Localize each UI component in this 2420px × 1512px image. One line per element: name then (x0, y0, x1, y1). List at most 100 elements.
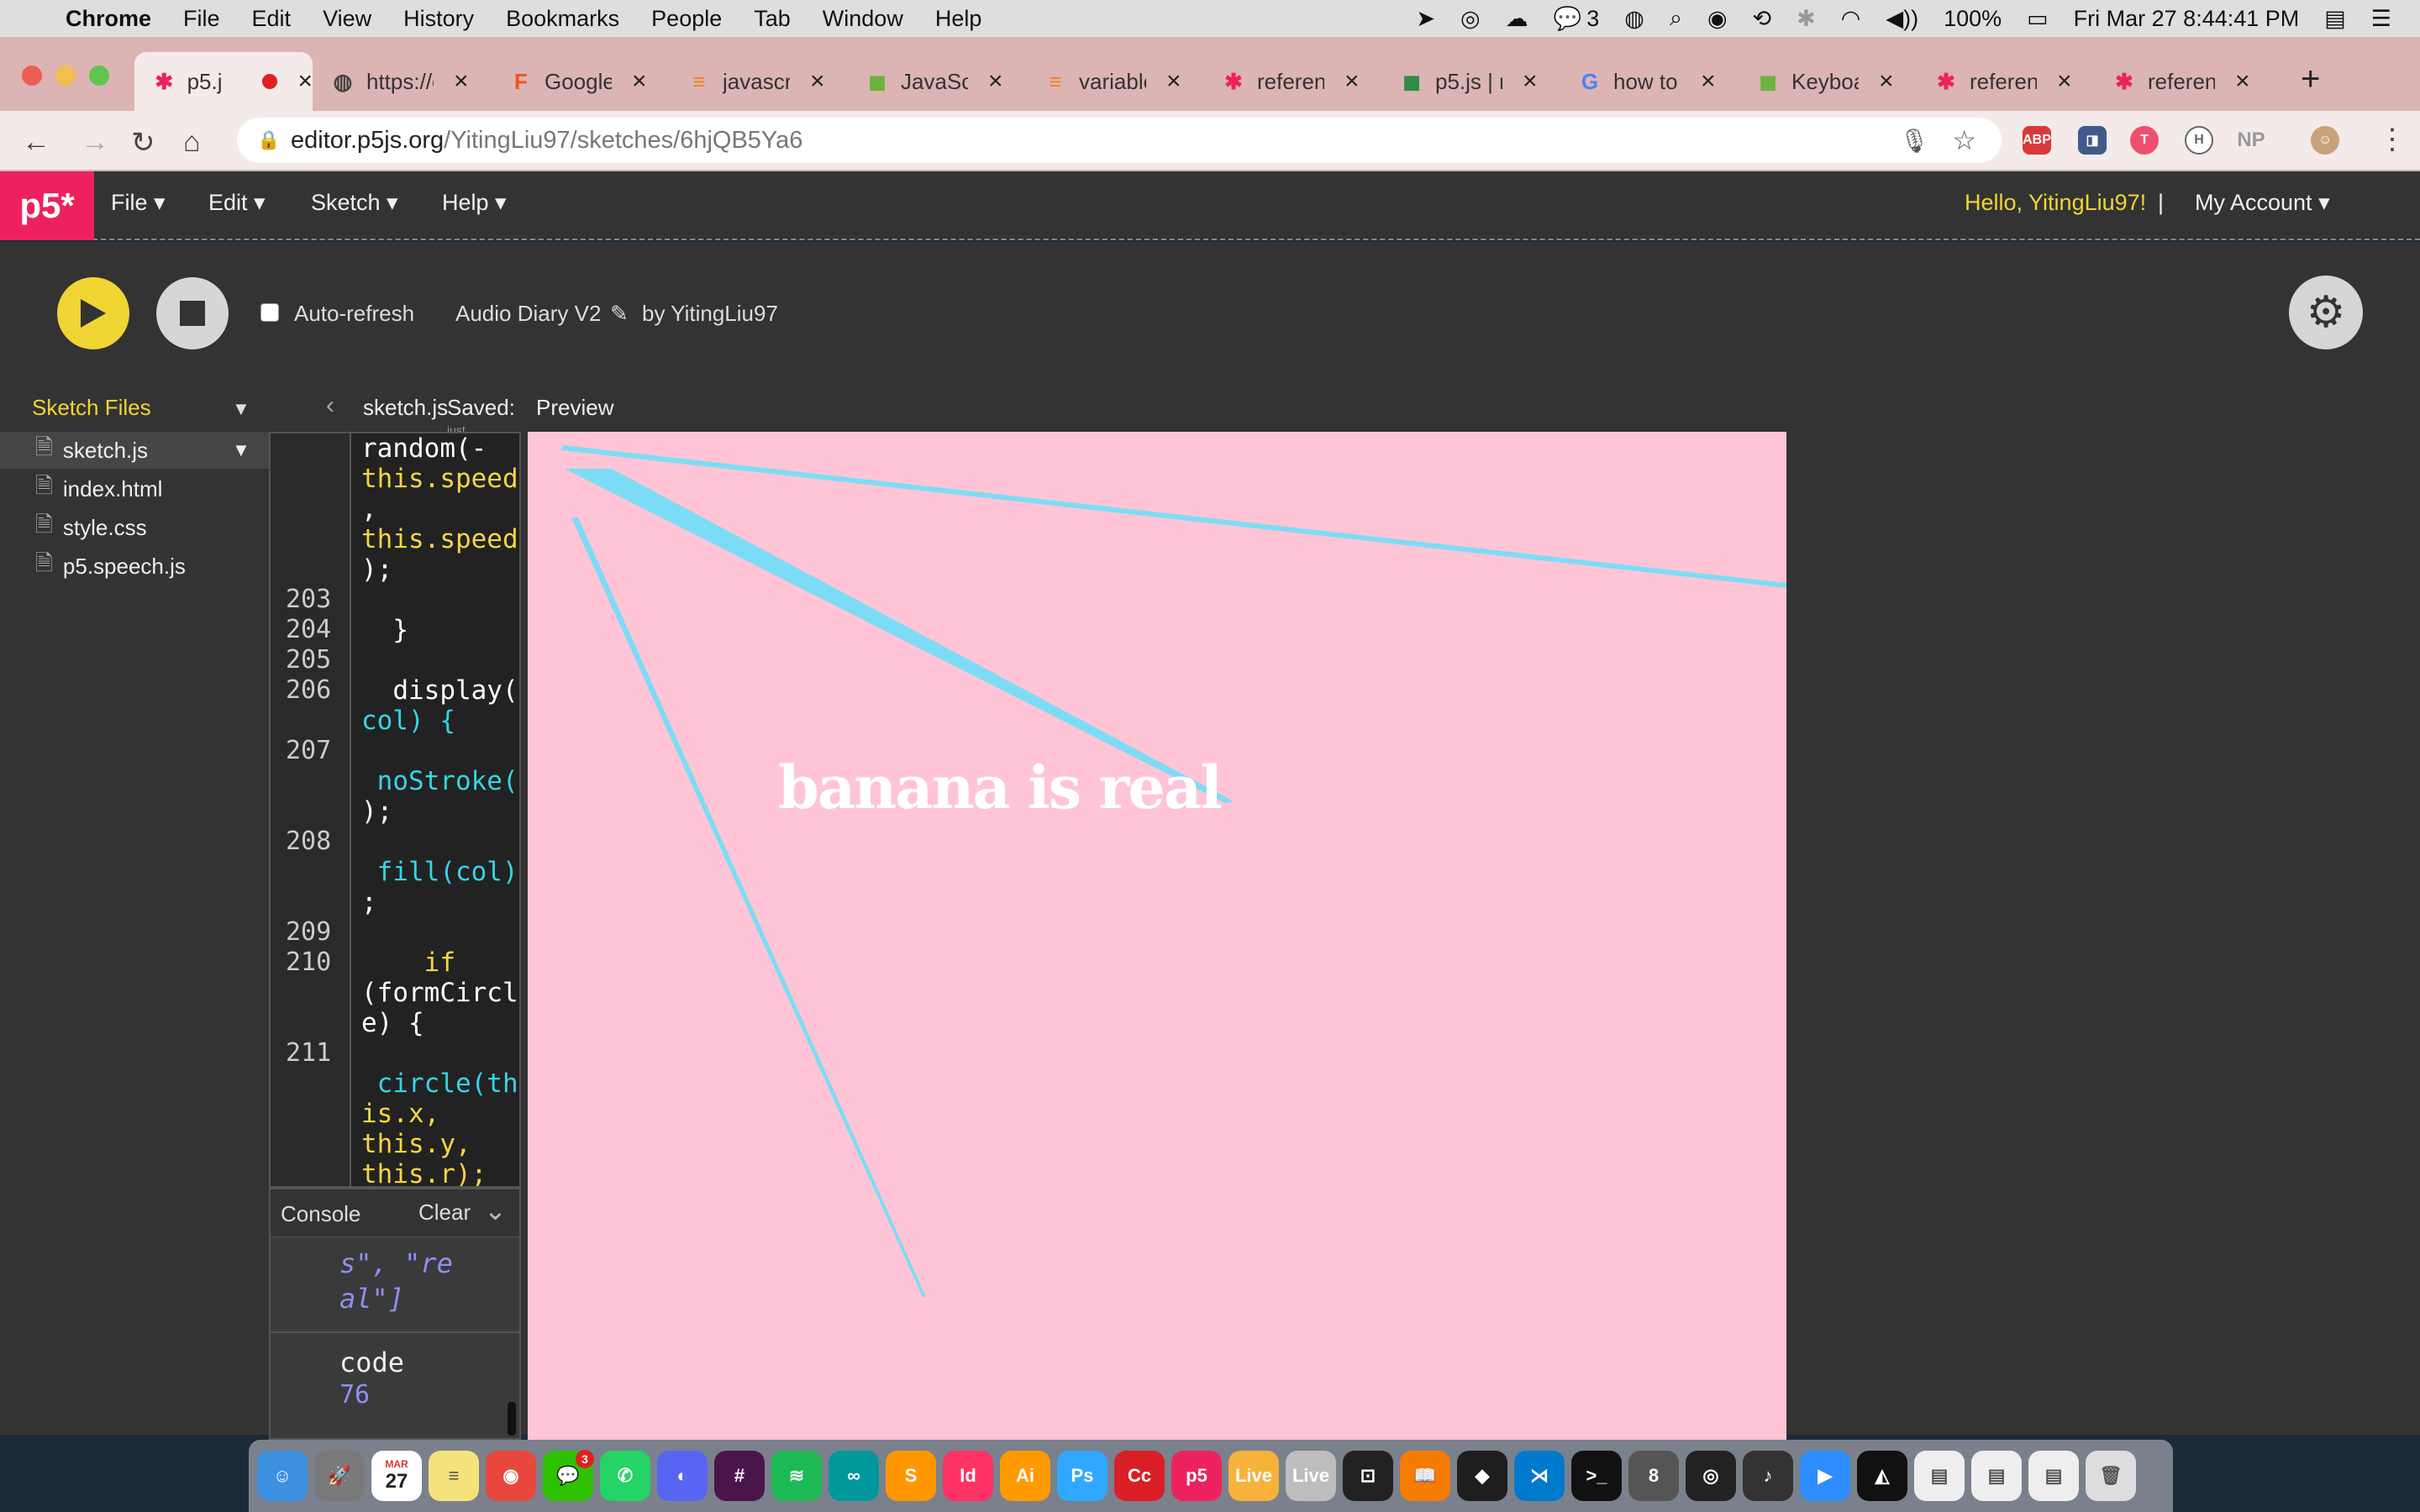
dock-discord-icon[interactable]: ◐ (657, 1451, 708, 1501)
time-machine-icon[interactable]: ⟲ (1753, 6, 1772, 32)
dock-whatsapp-icon[interactable]: ✆ (600, 1451, 650, 1501)
console-scrollbar[interactable] (508, 1402, 516, 1436)
file-options-icon[interactable]: ▼ (232, 439, 250, 461)
dock-trash-icon[interactable]: 🗑 (2086, 1451, 2136, 1501)
close-tab-icon[interactable]: × (454, 67, 469, 96)
back-button[interactable]: ← (22, 126, 50, 159)
preview-canvas[interactable]: banana is real (528, 432, 1786, 1440)
menu-history[interactable]: History (403, 6, 474, 32)
menu-window[interactable]: Window (823, 6, 903, 32)
forward-button[interactable]: → (81, 126, 109, 159)
dock-docs1-icon[interactable]: ▤ (1914, 1451, 1965, 1501)
extension-t-icon[interactable]: T (2130, 126, 2159, 155)
close-tab-icon[interactable]: × (1523, 67, 1538, 96)
close-tab-icon[interactable]: × (810, 67, 825, 96)
close-tab-icon[interactable]: × (2235, 67, 2250, 96)
settings-gear-button[interactable]: ⚙ (2289, 276, 2363, 349)
file-sketch-js[interactable]: 🗎 sketch.js ▼ (0, 432, 269, 469)
cursor-app-icon[interactable]: ◎ (1460, 6, 1481, 32)
dock-books-icon[interactable]: 📖 (1400, 1451, 1450, 1501)
dock-audio-icon[interactable]: ♪ (1743, 1451, 1793, 1501)
dock-slack-icon[interactable]: # (714, 1451, 765, 1501)
p5-menu-edit[interactable]: Edit ▾ (208, 190, 266, 216)
dock-vscode-icon[interactable]: ⋊ (1514, 1451, 1565, 1501)
edit-name-pencil-icon[interactable]: ✎ (610, 301, 629, 327)
profile-avatar[interactable]: ☺ (2311, 126, 2339, 155)
expand-sidebar-chevron-icon[interactable]: ‹ (326, 391, 334, 420)
control-list-icon[interactable]: ☰ (2371, 6, 2391, 32)
dock-launchpad-icon[interactable]: 🚀 (314, 1451, 365, 1501)
bookmark-star-icon[interactable]: ☆ (1952, 124, 1976, 156)
p5-logo[interactable]: p5* (0, 171, 94, 240)
address-bar[interactable]: 🔒 editor.p5js.org/YitingLiu97/sketches/6… (237, 118, 2002, 163)
browser-tab[interactable]: ◼ p5.js | n × (1381, 52, 1560, 111)
browser-tab[interactable]: ✱ p5.j × (134, 52, 313, 111)
dock-creative-cloud-icon[interactable]: Cc (1114, 1451, 1165, 1501)
file-style-css[interactable]: 🗎 style.css (0, 509, 269, 546)
console-collapse-chevron-icon[interactable]: ⌄ (484, 1194, 507, 1226)
extension-blue-icon[interactable]: ◨ (2078, 126, 2107, 155)
siri-icon[interactable]: ◉ (1707, 6, 1728, 32)
menu-people[interactable]: People (651, 6, 722, 32)
volume-icon[interactable]: ◀)) (1886, 6, 1918, 32)
p5-menu-file[interactable]: File ▾ (111, 190, 166, 216)
dock-processing-icon[interactable]: ◎ (1686, 1451, 1736, 1501)
dock-live-icon[interactable]: Live (1228, 1451, 1279, 1501)
close-tab-icon[interactable]: × (632, 67, 647, 96)
battery-icon[interactable]: ▭ (2027, 6, 2049, 32)
home-button[interactable]: ⌂ (183, 126, 201, 159)
my-account-menu[interactable]: My Account ▾ (2195, 190, 2330, 216)
p5-menu-help[interactable]: Help ▾ (442, 190, 507, 216)
menu-tab[interactable]: Tab (754, 6, 791, 32)
browser-tab[interactable]: ✱ referenc × (1916, 52, 2094, 111)
dock-docs2-icon[interactable]: ▤ (1971, 1451, 2022, 1501)
close-tab-icon[interactable]: × (1701, 67, 1716, 96)
globe-status-icon[interactable]: ◍ (1624, 6, 1644, 32)
browser-tab[interactable]: ◍ https://e × (313, 52, 491, 111)
browser-tab[interactable]: F Google × (491, 52, 669, 111)
browser-tab[interactable]: ◼ Keyboar × (1738, 52, 1916, 111)
dock-spotify-icon[interactable]: ≋ (771, 1451, 822, 1501)
console-clear-button[interactable]: Clear (418, 1200, 471, 1226)
play-button[interactable] (57, 277, 129, 349)
browser-tab[interactable]: ✱ referenc × (2094, 52, 2272, 111)
extension-h-icon[interactable]: H (2185, 126, 2213, 155)
menu-help[interactable]: Help (935, 6, 982, 32)
minimize-window-button[interactable] (55, 66, 76, 86)
dock-terminal-app-icon[interactable]: ⊡ (1343, 1451, 1393, 1501)
dock-octave-icon[interactable]: 8 (1628, 1451, 1679, 1501)
browser-tab[interactable]: ≡ javascri × (669, 52, 847, 111)
dock-unity-icon[interactable]: ◭ (1857, 1451, 1907, 1501)
code-editor[interactable]: 203 204 205 206 207 208 209 210 211 random(- this… (269, 432, 521, 1188)
dock-p5-icon[interactable]: p5 (1171, 1451, 1222, 1501)
new-tab-button[interactable]: + (2301, 60, 2320, 98)
dock-figma-icon[interactable]: ◆ (1457, 1451, 1507, 1501)
close-tab-icon[interactable]: × (297, 67, 313, 96)
dock-finder-icon[interactable]: ☺ (257, 1451, 308, 1501)
browser-tab[interactable]: ◼ JavaScr × (847, 52, 1025, 111)
stop-button[interactable] (156, 277, 229, 349)
chrome-menu-icon[interactable]: ⋮ (2378, 123, 2407, 156)
wifi-icon[interactable]: ◠ (1841, 6, 1861, 32)
wechat-status-icon[interactable]: 💬 3 (1554, 5, 1600, 32)
browser-tab[interactable]: ✱ referenc × (1203, 52, 1381, 111)
dock-sublime-icon[interactable]: S (886, 1451, 936, 1501)
dock-live2-icon[interactable]: Live (1286, 1451, 1336, 1501)
dock-indesign-icon[interactable]: Id (943, 1451, 993, 1501)
dock-illustrator-icon[interactable]: Ai (1000, 1451, 1050, 1501)
close-tab-icon[interactable]: × (1344, 67, 1360, 96)
close-tab-icon[interactable]: × (1879, 67, 1894, 96)
menu-app-name[interactable]: Chrome (66, 6, 151, 32)
file-p5-speech-js[interactable]: 🗎 p5.speech.js (0, 548, 269, 585)
menu-bookmarks[interactable]: Bookmarks (506, 6, 619, 32)
dock-wechat-icon[interactable]: 💬 3 (543, 1450, 594, 1501)
sidebar-collapse-icon[interactable]: ▼ (232, 398, 250, 420)
menu-file[interactable]: File (183, 6, 220, 32)
sketch-name[interactable]: Audio Diary V2 (455, 301, 601, 327)
file-index-html[interactable]: 🗎 index.html (0, 470, 269, 507)
maximize-window-button[interactable] (89, 66, 109, 86)
dock-photoshop-icon[interactable]: Ps (1057, 1451, 1107, 1501)
close-tab-icon[interactable]: × (1166, 67, 1181, 96)
dock-docs3-icon[interactable]: ▤ (2028, 1451, 2079, 1501)
location-icon[interactable]: ➤ (1416, 6, 1435, 32)
